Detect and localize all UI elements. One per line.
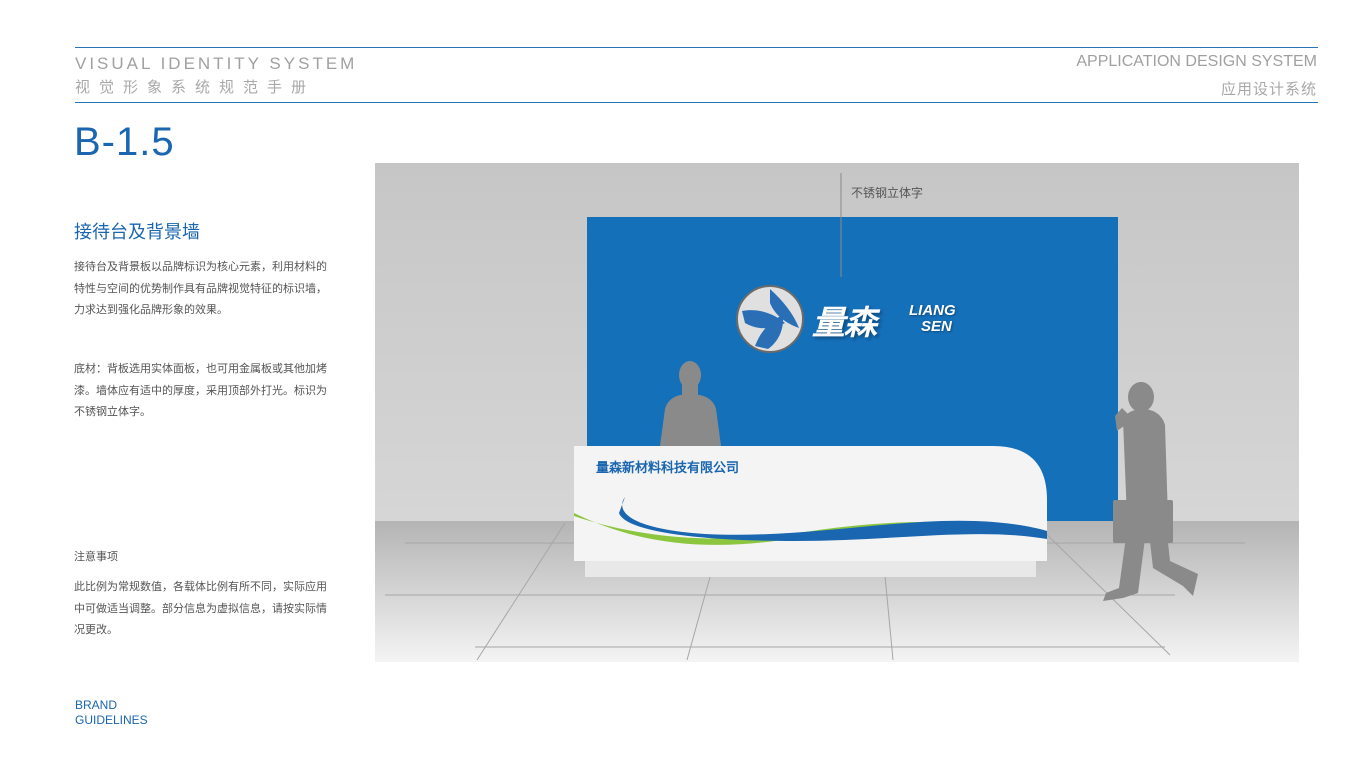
- logo-wordmark-en-line2: SEN: [921, 318, 952, 335]
- header-title-en: VISUAL IDENTITY SYSTEM: [75, 54, 358, 73]
- page-code: B-1.5: [74, 120, 175, 164]
- reception-illustration: [375, 163, 1299, 662]
- header-title-cn: 视觉形象系统规范手册: [75, 78, 316, 96]
- logo-emblem: [736, 285, 804, 353]
- notes-title: 注意事项: [74, 550, 118, 563]
- header-section-en: APPLICATION DESIGN SYSTEM: [1076, 53, 1317, 70]
- header-section-cn: 应用设计系统: [1220, 80, 1317, 98]
- notes-paragraph: 此比例为常规数值，各载体比例有所不同，实际应用中可做适当调整。部分信息为虚拟信息…: [74, 580, 327, 636]
- footer-line-1: BRAND: [75, 698, 118, 712]
- footer-line-2: GUIDELINES: [75, 713, 148, 727]
- logo-wordmark-cn: 量森: [812, 303, 877, 342]
- material-paragraph: 底材：背板选用实体面板，也可用金属板或其他加烤漆。墙体应有适中的厚度，采用顶部外…: [74, 362, 327, 418]
- brand-guidelines-footer: BRAND GUIDELINES: [75, 698, 148, 728]
- description-paragraph: 接待台及背景板以品牌标识为核心元素，利用材料的特性与空间的优势制作具有品牌视觉特…: [74, 260, 327, 316]
- logo-wordmark-en-line1: LIANG: [909, 302, 956, 319]
- desk-company-name: 量森新材料科技有限公司: [596, 461, 740, 476]
- header-bottom-rule: [75, 102, 1318, 103]
- section-title: 接待台及背景墙: [74, 222, 200, 243]
- material-callout: 不锈钢立体字: [851, 186, 924, 200]
- header-top-rule: [75, 47, 1318, 48]
